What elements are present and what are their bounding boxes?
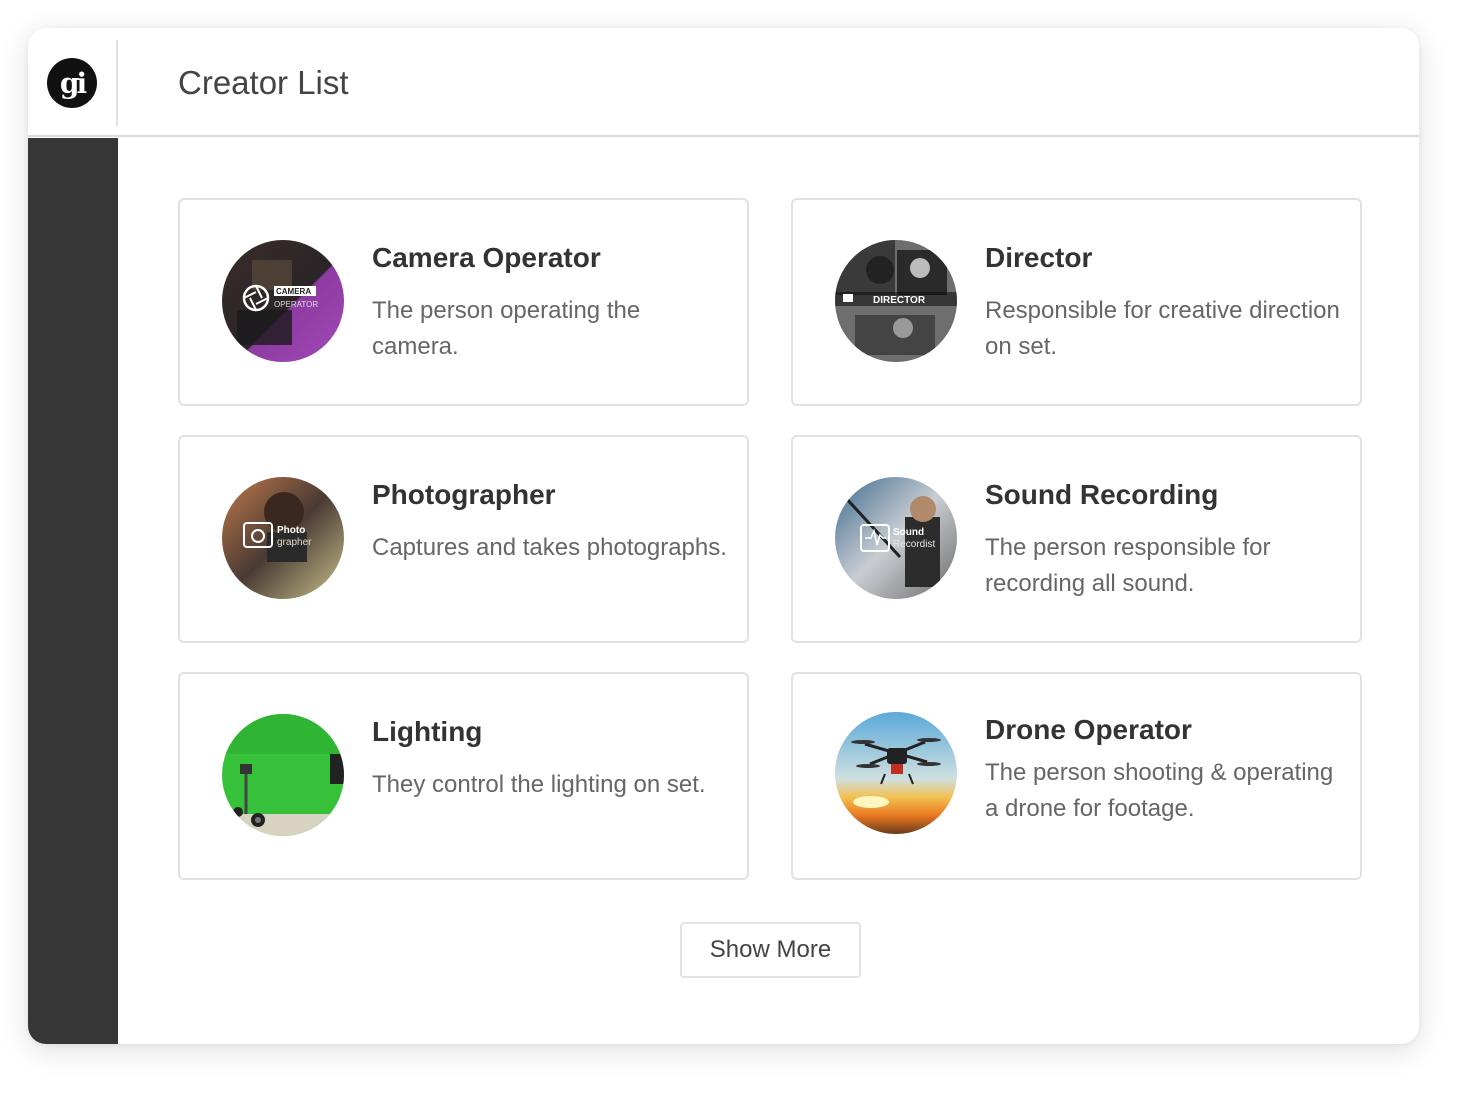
- director-avatar: DIRECTOR: [835, 240, 957, 362]
- sound-wave-icon: Sound Recordist: [835, 477, 957, 599]
- badge-line-1: DIRECTOR: [873, 295, 926, 306]
- sidebar: [28, 138, 118, 1044]
- card-description: The person responsible for recording all…: [985, 534, 1271, 597]
- creator-card-director[interactable]: DIRECTOR Director Responsible for creati…: [791, 198, 1362, 406]
- card-description: Responsible for creative direction on se…: [985, 297, 1340, 360]
- camera-icon: Photo grapher: [222, 477, 344, 599]
- card-title: Sound Recording: [985, 479, 1219, 510]
- brand-logo[interactable]: gi: [47, 58, 97, 108]
- sound-recording-avatar: Sound Recordist: [835, 477, 957, 599]
- card-description: They control the lighting on set.: [372, 771, 706, 798]
- badge-line-2: OPERATOR: [274, 300, 318, 309]
- badge-line-1: Photo: [277, 525, 305, 536]
- badge-line-1: CAMERA: [276, 287, 311, 296]
- drone-operator-avatar: [835, 712, 957, 834]
- header: gi Creator List: [28, 28, 1419, 137]
- camera-aperture-icon: CAMERA OPERATOR: [222, 240, 344, 362]
- badge-line-2: grapher: [277, 537, 312, 548]
- camera-operator-avatar: CAMERA OPERATOR: [222, 240, 344, 362]
- photographer-avatar: Photo grapher: [222, 477, 344, 599]
- creator-card-photographer[interactable]: Photo grapher Photographer Captures and …: [178, 435, 749, 643]
- card-title: Drone Operator: [985, 714, 1192, 745]
- page-title: Creator List: [178, 64, 349, 101]
- app-window: gi Creator List CAMERA OPERATOR Camera O…: [28, 28, 1419, 1044]
- show-more-button[interactable]: Show More: [680, 922, 861, 978]
- logo-cell: gi: [28, 40, 118, 126]
- card-title: Lighting: [372, 716, 483, 747]
- green-screen-icon: [222, 714, 344, 836]
- card-title: Camera Operator: [372, 242, 601, 273]
- card-title: Director: [985, 242, 1093, 273]
- badge-line-2: Recordist: [893, 539, 935, 550]
- badge-line-1: Sound: [893, 527, 924, 538]
- creator-card-drone-operator[interactable]: Drone Operator The person shooting & ope…: [791, 672, 1362, 880]
- card-description: The person shooting & operating a drone …: [985, 759, 1334, 822]
- creator-card-sound-recording[interactable]: Sound Recordist Sound Recording The pers…: [791, 435, 1362, 643]
- card-title: Photographer: [372, 479, 556, 510]
- clapperboard-icon: DIRECTOR: [835, 240, 957, 362]
- creator-card-lighting[interactable]: Lighting They control the lighting on se…: [178, 672, 749, 880]
- card-description: Captures and takes photographs.: [372, 534, 727, 561]
- card-description: The person operating the camera.: [372, 297, 641, 360]
- creator-card-camera-operator[interactable]: CAMERA OPERATOR Camera Operator The pers…: [178, 198, 749, 406]
- lighting-avatar: [222, 714, 344, 836]
- drone-icon: [835, 712, 957, 834]
